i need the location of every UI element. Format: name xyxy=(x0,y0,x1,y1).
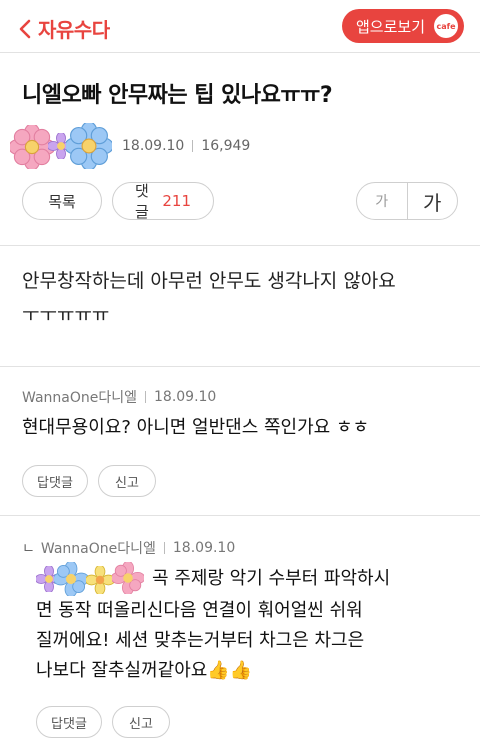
reply-indicator: ㄴ xyxy=(22,541,35,557)
post-body-line: 안무창작하는데 아무런 안무도 생각나지 않아요 xyxy=(22,270,396,292)
reply-text-block: 곡 주제랑 악기 수부터 파악하시 면 동작 떠올리신다음 연결이 훠어얼씬 쉬… xyxy=(22,562,458,686)
reply-text-line: 질꺼에요! 세션 맞추는거부터 차그은 차그은 xyxy=(36,630,365,651)
comment-author[interactable]: WannaOne다니엘 xyxy=(41,538,156,558)
post-title: 니엘오빠 안무짜는 팁 있나요ㅠㅠ? xyxy=(22,83,333,108)
yellow-flower-icon xyxy=(86,566,114,594)
chevron-left-icon xyxy=(19,19,31,38)
reply-comment-item: ㄴ WannaOne다니엘 18.09.10 곡 주제랑 악기 수부터 파악하시 xyxy=(0,516,480,738)
reply-text-line: 나보다 잘추실꺼같아요👍👍 xyxy=(36,660,253,681)
comment-button[interactable]: 댓글 211 xyxy=(112,182,214,221)
font-increase-button[interactable]: 가 xyxy=(408,183,458,219)
meta-divider xyxy=(145,391,146,403)
report-button[interactable]: 신고 xyxy=(98,465,156,497)
view-count: 16,949 xyxy=(201,138,251,154)
comment-item: WannaOne다니엘 18.09.10 현대무용이요? 아니면 얼반댄스 쪽인… xyxy=(0,367,480,497)
blue-flower-icon xyxy=(54,562,88,596)
board-name: 자유수다 xyxy=(38,18,110,42)
post-date: 18.09.10 xyxy=(122,138,185,154)
top-bar: 자유수다 앱으로보기 cafe xyxy=(0,0,480,53)
font-size-control: 가 가 xyxy=(356,182,458,220)
meta-divider xyxy=(163,542,165,554)
flower-emoticon-icon xyxy=(10,123,118,169)
open-in-app-label: 앱으로보기 xyxy=(356,17,426,36)
comment-meta: WannaOne다니엘 18.09.10 xyxy=(22,387,458,407)
comment-meta: ㄴ WannaOne다니엘 18.09.10 xyxy=(22,538,458,558)
comment-date: 18.09.10 xyxy=(154,389,217,405)
post-actions: 목록 댓글 211 가 가 xyxy=(22,181,458,221)
comment-author[interactable]: WannaOne다니엘 xyxy=(22,387,137,407)
reply-button[interactable]: 답댓글 xyxy=(22,465,88,497)
post-meta: 18.09.10 16,949 xyxy=(10,123,458,169)
post-body: 안무창작하는데 아무런 안무도 생각나지 않아요 ㅜㅜㅠㅠㅠ xyxy=(0,246,480,348)
back-button[interactable]: 자유수다 xyxy=(18,14,110,43)
comment-count: 211 xyxy=(162,192,191,210)
post-header: 니엘오빠 안무짜는 팁 있나요ㅠㅠ? 18.09.10 16,949 목록 댓글… xyxy=(0,53,480,221)
list-button-label: 목록 xyxy=(48,192,76,211)
flower-emoticon-icon xyxy=(36,562,146,596)
font-decrease-button[interactable]: 가 xyxy=(357,183,408,219)
comment-button-label: 댓글 xyxy=(135,182,149,221)
comment-date: 18.09.10 xyxy=(172,540,236,556)
reply-first-line: 곡 주제랑 악기 수부터 파악하시 xyxy=(36,562,458,596)
post-body-line: ㅜㅜㅠㅠㅠ xyxy=(22,304,110,326)
reply-text-line: 면 동작 떠올리신다음 연결이 훠어얼씬 쉬워 xyxy=(36,600,363,621)
list-button[interactable]: 목록 xyxy=(22,182,102,220)
cafe-logo-icon: cafe xyxy=(434,14,458,38)
comment-text: 현대무용이요? 아니면 얼반댄스 쪽인가요 ㅎㅎ xyxy=(22,417,370,438)
comment-actions: 답댓글 신고 xyxy=(22,465,458,497)
meta-divider xyxy=(192,140,194,152)
open-in-app-button[interactable]: 앱으로보기 cafe xyxy=(342,9,464,43)
reply-text-line: 곡 주제랑 악기 수부터 파악하시 xyxy=(152,568,391,589)
pink-flower-icon xyxy=(112,562,144,594)
blue-flower-icon xyxy=(66,123,112,169)
